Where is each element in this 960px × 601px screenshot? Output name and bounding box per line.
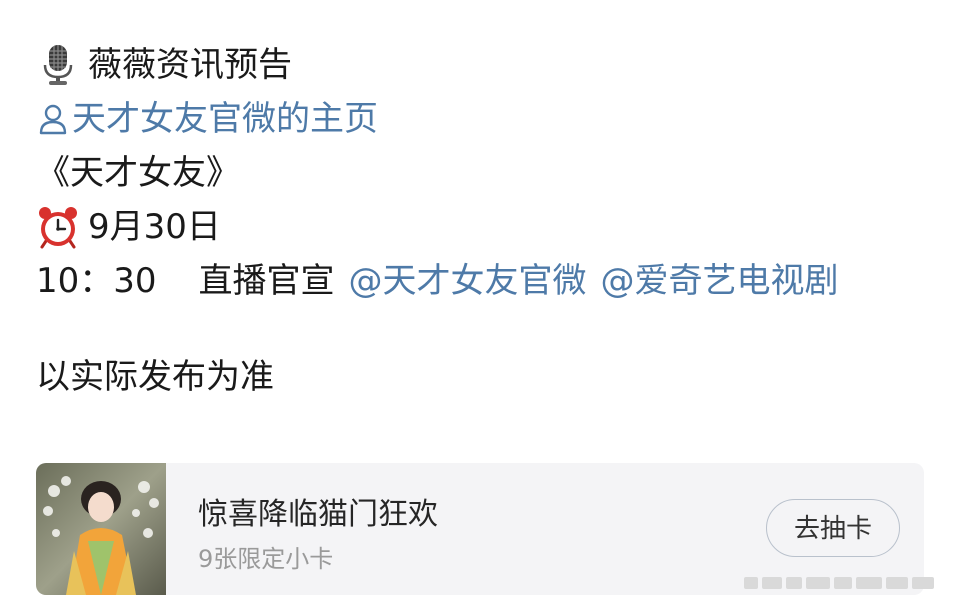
watermark	[744, 577, 934, 589]
draw-card-button[interactable]: 去抽卡	[766, 499, 900, 557]
mention-link[interactable]: @天才女友官微	[349, 254, 587, 308]
time-text: 10：30	[36, 261, 157, 301]
person-outline-icon	[39, 104, 67, 135]
note-text: 以实际发布为准	[36, 357, 274, 397]
card-thumbnail	[36, 463, 166, 595]
profile-link[interactable]: 天才女友官微的主页	[36, 92, 936, 146]
work-title-line: 《天才女友》	[36, 146, 936, 200]
card-subtitle: 9张限定小卡	[198, 545, 334, 573]
date-line: 9月30日	[36, 200, 936, 254]
note-line: 以实际发布为准	[36, 350, 936, 404]
date-text: 9月30日	[88, 207, 221, 247]
post-heading: 薇薇资讯预告	[88, 45, 292, 85]
work-title: 《天才女友》	[36, 153, 240, 193]
post-heading-line: 薇薇资讯预告	[36, 38, 936, 92]
post-body: 薇薇资讯预告 天才女友官微的主页 《天才女友》 9月30日 10：30 直播官宣…	[36, 38, 936, 404]
mention-link[interactable]: @爱奇艺电视剧	[601, 254, 839, 308]
event-text: 直播官宣	[198, 261, 335, 301]
schedule-line: 10：30 直播官宣 @天才女友官微 @爱奇艺电视剧	[36, 254, 936, 308]
profile-link-label[interactable]: 天才女友官微的主页	[72, 92, 378, 146]
alarm-clock-icon	[39, 207, 77, 249]
card-title: 惊喜降临猫门狂欢	[198, 497, 438, 532]
microphone-icon	[43, 45, 73, 85]
